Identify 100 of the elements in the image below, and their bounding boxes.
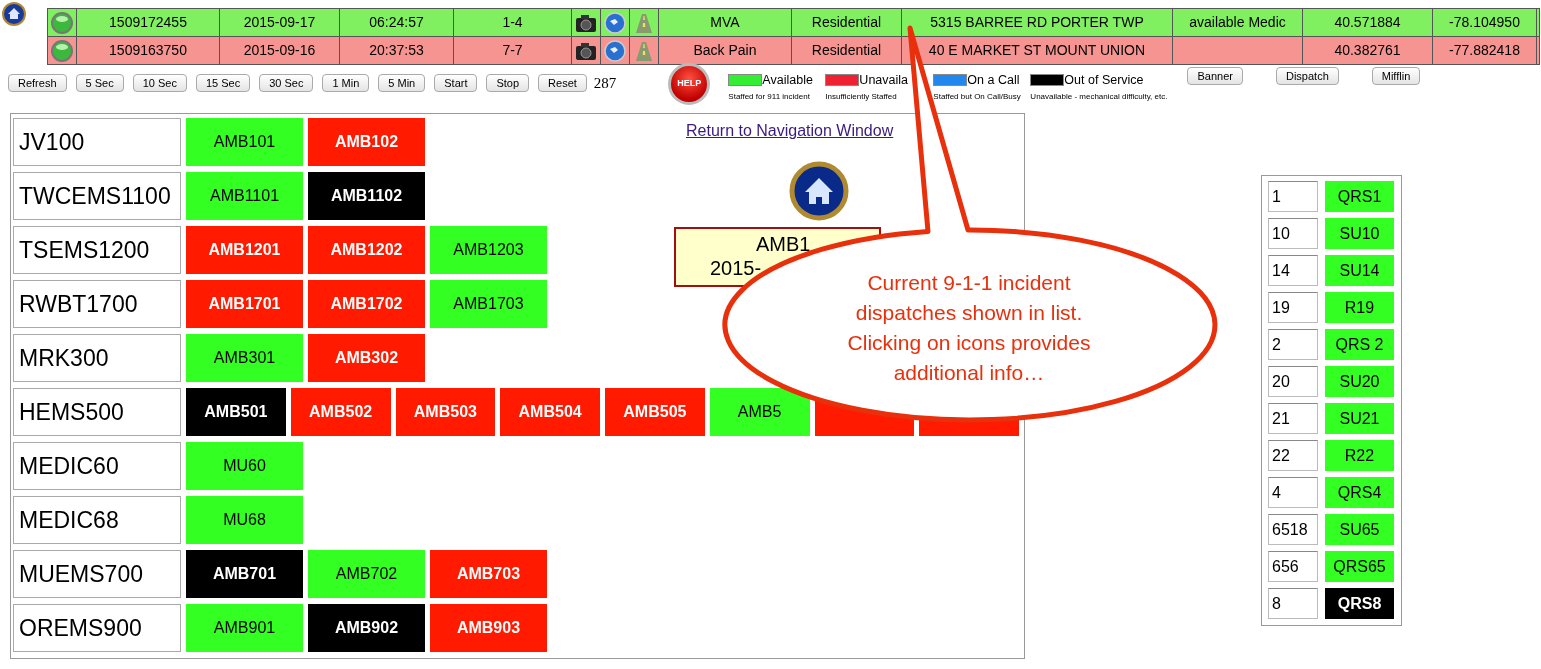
unit-number-field: 19 — [1268, 292, 1318, 323]
refresh-button[interactable]: 5 Min — [378, 74, 426, 92]
legend-label: Available — [762, 72, 813, 89]
unit-number-field: 8 — [1268, 588, 1318, 619]
table-cell: Residential — [791, 36, 902, 65]
unit-tile[interactable]: SU21 — [1325, 403, 1394, 434]
refresh-button[interactable]: 30 Sec — [259, 74, 314, 92]
unit-tile[interactable]: AMB102 — [308, 118, 425, 166]
unit-tile[interactable]: SU20 — [1325, 366, 1394, 397]
unit-number-field: 20 — [1268, 366, 1318, 397]
globe-icon[interactable] — [603, 38, 627, 63]
agency-name: JV100 — [13, 118, 181, 166]
unit-tile[interactable]: MU68 — [186, 496, 303, 544]
unit-tile[interactable]: QRS8 — [1325, 588, 1394, 619]
table-cell: -78.104950 — [1432, 8, 1537, 37]
unit-tile[interactable]: AMB302 — [308, 334, 425, 382]
table-cell: 7-7 — [453, 36, 572, 65]
table-cell: -77.882418 — [1432, 36, 1537, 65]
unit-tile[interactable]: AMB1201 — [186, 226, 303, 274]
unit-tile[interactable]: AMB902 — [308, 604, 425, 652]
agency-name: MUEMS700 — [13, 550, 181, 598]
unit-tile[interactable]: QRS 2 — [1325, 329, 1394, 360]
unit-tile[interactable]: AMB301 — [186, 334, 303, 382]
refresh-button[interactable]: Start — [434, 74, 478, 92]
table-cell: 20:37:53 — [339, 36, 454, 65]
legend-label: On a Call — [967, 72, 1020, 89]
agency-name: OREMS900 — [13, 604, 181, 652]
unit-tile[interactable]: AMB501 — [186, 388, 286, 436]
unit-tile[interactable]: AMB5 — [709, 388, 810, 436]
unit-number-field: 10 — [1268, 218, 1318, 249]
table-cell: 40.571884 — [1302, 8, 1433, 37]
unit-tile[interactable]: QRS4 — [1325, 477, 1394, 508]
unit-number-field: 1 — [1268, 181, 1318, 212]
unit-tile[interactable]: R22 — [1325, 440, 1394, 471]
callout-text: Current 9-1-1 incident dispatches shown in list. Clicking on icons provides additional info… — [846, 270, 1092, 386]
unit-tile[interactable]: AMB1102 — [308, 172, 425, 220]
selected-unit-text: 2015- — [709, 256, 763, 280]
unit-tile[interactable]: AMB1203 — [430, 226, 547, 274]
unit-tile[interactable]: AMB505 — [605, 388, 705, 436]
status-ball-icon[interactable] — [50, 38, 74, 63]
agency-name: MEDIC68 — [13, 496, 181, 544]
agency-name: TWCEMS1100 — [13, 172, 181, 220]
help-button[interactable]: HELP — [668, 63, 711, 105]
table-cell: MVA — [658, 8, 792, 37]
agency-name: RWBT1700 — [13, 280, 181, 328]
unit-number-field: 21 — [1268, 403, 1318, 434]
unit-number-field: 2 — [1268, 329, 1318, 360]
unit-tile[interactable]: AMB502 — [290, 388, 391, 436]
refresh-button[interactable]: Reset — [538, 74, 587, 92]
home-icon[interactable] — [789, 161, 849, 221]
legend-caption: Unavailable - mechanical difficulty, etc. — [1030, 90, 1168, 103]
agency-name: MEDIC60 — [13, 442, 181, 490]
unit-tile[interactable]: AMB1702 — [308, 280, 425, 328]
refresh-button[interactable]: Refresh — [8, 74, 67, 92]
page-button[interactable]: Dispatch — [1275, 67, 1339, 85]
unit-tile[interactable]: QRS65 — [1325, 551, 1394, 582]
table-cell: 40.382761 — [1302, 36, 1433, 65]
page-button[interactable]: Banner — [1187, 67, 1243, 85]
unit-tile[interactable]: SU10 — [1325, 218, 1394, 249]
unit-number-field: 6518 — [1268, 514, 1318, 545]
legend-caption: Staffed for 911 incident — [728, 90, 811, 103]
unit-tile[interactable]: R19 — [1325, 292, 1394, 323]
legend-caption: Staffed but On Call/Busy — [933, 90, 1022, 103]
unit-tile[interactable]: AMB1202 — [308, 226, 425, 274]
unit-tile[interactable]: AMB703 — [430, 550, 547, 598]
agency-name: TSEMS1200 — [13, 226, 181, 274]
unit-number-field: 4 — [1268, 477, 1318, 508]
unit-tile[interactable]: AMB1703 — [430, 280, 547, 328]
page-button[interactable]: Mifflin — [1371, 67, 1421, 85]
agency-name: MRK300 — [13, 334, 181, 382]
unit-tile[interactable]: AMB903 — [430, 604, 547, 652]
unit-tile[interactable]: MU60 — [186, 442, 303, 490]
unit-tile[interactable]: SU65 — [1325, 514, 1394, 545]
refresh-button[interactable]: 15 Sec — [195, 74, 251, 92]
unit-number-field: 22 — [1268, 440, 1318, 471]
unit-tile[interactable]: AMB1101 — [186, 172, 303, 220]
unit-tile[interactable]: AMB503 — [395, 388, 496, 436]
unit-tile[interactable]: QRS1 — [1325, 181, 1394, 212]
table-cell: 1509172455 — [76, 8, 220, 37]
status-ball-icon[interactable] — [50, 10, 74, 35]
legend-caption: Insufficiently Staffed — [825, 90, 898, 103]
unit-tile[interactable]: SU14 — [1325, 255, 1394, 286]
refresh-button[interactable]: 5 Sec — [75, 74, 124, 92]
agency-name: HEMS500 — [13, 388, 181, 436]
refresh-button[interactable]: Stop — [486, 74, 530, 92]
home-icon[interactable] — [2, 2, 26, 26]
unit-tile[interactable]: AMB702 — [308, 550, 425, 598]
unit-tile[interactable]: AMB101 — [186, 118, 303, 166]
globe-icon[interactable] — [603, 10, 627, 35]
refresh-button[interactable]: 1 Min — [322, 74, 370, 92]
legend-label: Unavaila — [859, 72, 908, 89]
counter-text: 287 — [593, 74, 617, 93]
table-cell: Residential — [791, 8, 902, 37]
table-cell: available Medic — [1172, 8, 1303, 37]
unit-tile[interactable]: AMB504 — [500, 388, 600, 436]
table-cell: 1509163750 — [76, 36, 220, 65]
refresh-button[interactable]: 10 Sec — [132, 74, 187, 92]
unit-tile[interactable]: AMB1701 — [186, 280, 303, 328]
unit-tile[interactable]: AMB701 — [186, 550, 303, 598]
unit-tile[interactable]: AMB901 — [186, 604, 303, 652]
